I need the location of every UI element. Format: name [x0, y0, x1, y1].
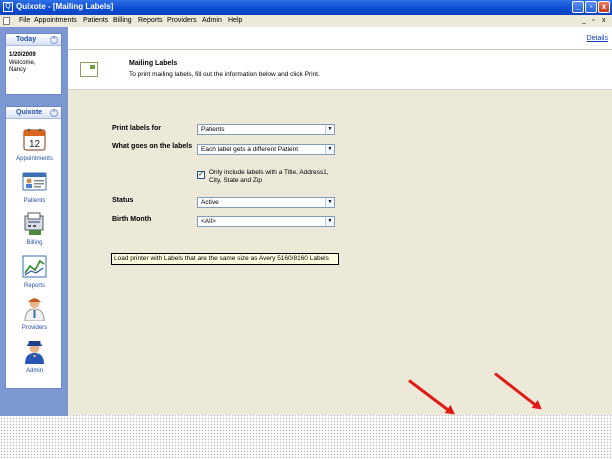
sidebar-item-label: Billing: [26, 240, 43, 246]
nav-panel-title: Quixote: [16, 109, 43, 116]
sidebar-item-providers[interactable]: Providers: [6, 296, 63, 338]
sidebar-item-label: Providers: [21, 325, 48, 331]
admin-icon: [22, 339, 47, 364]
select-value: Active: [201, 199, 219, 206]
provider-icon: [22, 296, 47, 322]
today-date: 1/20/2009: [9, 52, 36, 58]
user-name: Nancy: [9, 67, 27, 73]
menu-appointments[interactable]: Appointments: [34, 16, 77, 26]
sidebar-item-appointments[interactable]: 12 Appointments: [6, 127, 63, 169]
printer-notice: Load printer with Labels that are the sa…: [111, 253, 339, 265]
sidebar-item-patients[interactable]: Patients: [6, 169, 63, 211]
sidebar-item-admin[interactable]: Admin: [6, 339, 63, 381]
details-bar: Details: [68, 27, 612, 50]
page-subtitle: To print mailing labels, fill out the in…: [129, 71, 320, 78]
minimize-button[interactable]: _: [572, 1, 584, 13]
nav-panel-header[interactable]: Quixote ^: [6, 107, 61, 119]
calendar-number: 12: [29, 139, 41, 150]
mdi-close-button[interactable]: x: [602, 17, 606, 25]
sidebar-item-label: Appointments: [16, 156, 53, 162]
print-labels-for-select[interactable]: Patients ▼: [197, 124, 335, 135]
welcome-text: Welcome,: [9, 60, 36, 66]
mailing-labels-form: Mailing Labels To print mailing labels, …: [68, 50, 612, 415]
document-icon: [3, 17, 10, 25]
what-goes-label: What goes on the labels: [112, 143, 193, 150]
details-link[interactable]: Details: [587, 35, 608, 42]
menu-providers[interactable]: Providers: [167, 16, 197, 26]
birth-month-select[interactable]: <All> ▼: [197, 216, 335, 227]
menu-bar: File Appointments Patients Billing Repor…: [0, 15, 612, 27]
chevron-down-icon[interactable]: ▼: [325, 217, 334, 226]
form-header: Mailing Labels To print mailing labels, …: [68, 50, 612, 90]
maximize-button[interactable]: ▫: [585, 1, 597, 13]
mdi-minimize-button[interactable]: _: [582, 17, 586, 25]
menu-admin[interactable]: Admin: [202, 16, 222, 26]
calendar-icon: 12: [22, 127, 47, 152]
sidebar-item-reports[interactable]: Reports: [6, 254, 63, 296]
menu-file[interactable]: File: [19, 16, 30, 26]
window-title: Quixote - [Mailing Labels]: [16, 2, 114, 11]
sidebar-item-label: Patients: [23, 198, 46, 204]
sidebar-item-billing[interactable]: Billing: [6, 211, 63, 253]
hidden-window-edge: [112, 413, 182, 415]
mdi-restore-button[interactable]: ▫: [592, 17, 594, 25]
patient-card-icon: [22, 169, 47, 194]
chevron-down-icon[interactable]: ▼: [325, 145, 334, 154]
only-include-label[interactable]: Only include labels with a Title, Addres…: [209, 169, 339, 185]
chevron-down-icon[interactable]: ▼: [325, 125, 334, 134]
select-value: <All>: [201, 218, 216, 225]
select-value: Each label gets a different Patient: [201, 146, 299, 153]
menu-reports[interactable]: Reports: [138, 16, 163, 26]
today-info: 1/20/2009 Welcome, Nancy: [6, 46, 61, 74]
today-panel: Today ^ 1/20/2009 Welcome, Nancy: [5, 33, 62, 95]
app-icon: Q: [3, 2, 13, 12]
stamp-icon: [90, 65, 95, 69]
collapse-icon[interactable]: ^: [50, 36, 58, 44]
today-panel-title: Today: [16, 36, 37, 43]
sidebar-item-label: Reports: [23, 283, 45, 289]
sidebar: Today ^ 1/20/2009 Welcome, Nancy Quixote…: [0, 27, 68, 416]
only-include-checkbox[interactable]: ✓: [197, 171, 205, 179]
today-panel-header[interactable]: Today ^: [6, 34, 61, 46]
title-bar: Q Quixote - [Mailing Labels] _ ▫ x: [0, 0, 612, 15]
nav-panel: Quixote ^ 12 Appointments Patients Billi…: [5, 106, 62, 389]
reports-chart-icon: [22, 254, 47, 279]
menu-help[interactable]: Help: [228, 16, 242, 26]
close-button[interactable]: x: [598, 1, 610, 13]
billing-icon: [22, 211, 47, 236]
menu-patients[interactable]: Patients: [83, 16, 108, 26]
what-goes-select[interactable]: Each label gets a different Patient ▼: [197, 144, 335, 155]
collapse-icon[interactable]: ^: [50, 109, 58, 117]
status-select[interactable]: Active ▼: [197, 197, 335, 208]
sidebar-item-label: Admin: [25, 368, 43, 374]
page-title: Mailing Labels: [129, 60, 178, 67]
birth-month-label: Birth Month: [112, 216, 152, 223]
mailing-label-icon: [80, 62, 98, 77]
select-value: Patients: [201, 126, 225, 133]
status-label: Status: [112, 197, 134, 204]
chevron-down-icon[interactable]: ▼: [325, 198, 334, 207]
menu-billing[interactable]: Billing: [113, 16, 132, 26]
print-labels-for-label: Print labels for: [112, 125, 162, 132]
